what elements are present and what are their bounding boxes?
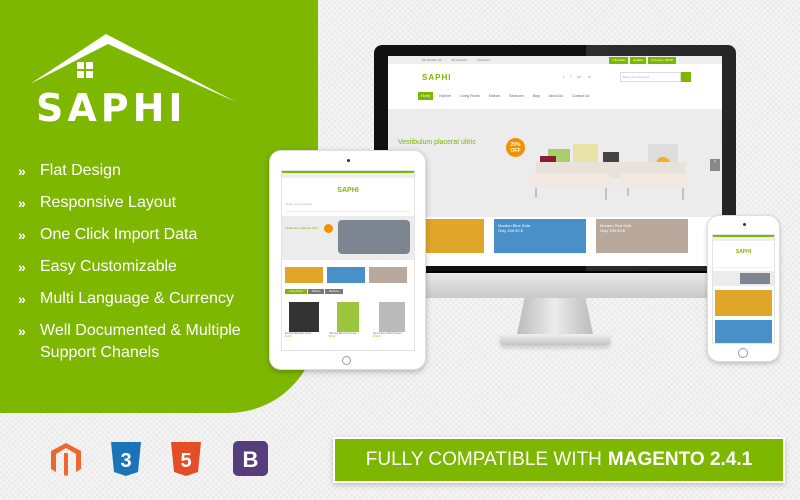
slider-next-icon: › [710,159,720,171]
compatibility-banner: FULLY COMPATIBLE WITH MAGENTO 2.4.1 [333,437,785,483]
monitor-base [500,334,610,345]
feature-item: » Multi Language & Currency [18,288,280,310]
feature-item: » Easy Customizable [18,256,280,278]
product-card: Beside Mamadas Dunts $1.00 [285,302,323,338]
svg-text:3: 3 [120,450,131,472]
preview-hero-slider: Vestibulum placerat ultric 20% OFF Shop … [388,109,722,217]
sofa-image [530,144,688,200]
html5-icon: 5 [171,442,201,476]
svg-text:B: B [243,447,259,472]
brand-logo: SAPHI [36,86,187,130]
banner: Modern Red Sofa Only 199.00 $ [596,219,688,253]
nav-item: Bedroom [509,94,524,98]
preview-search-input: Enter your keyword [620,72,681,82]
feature-item: » One Click Import Data [18,224,280,246]
tablet-search: Enter your keyword [286,202,410,212]
product-card: Ultimate Banner Numwa $0.00 [329,302,367,338]
feature-list: » Flat Design » Responsive Layout » One Cli… [18,160,280,374]
currency-select: US Dollar [609,56,629,64]
monitor-chin [374,271,736,298]
bootstrap-icon: B [233,441,268,476]
discount-badge: 20% OFF [506,138,525,157]
double-chevron-right-icon: » [18,291,26,307]
preview-topbar: My Wishlist (0) My Account Checkout US D… [388,56,722,64]
nav-item: Explore [439,94,452,98]
language-select: English [630,56,647,64]
tablet-preview-screen: SAPHI Enter your keyword Vestibulum plac… [281,170,415,351]
double-chevron-right-icon: » [18,227,26,243]
double-chevron-right-icon: » [18,163,26,179]
hero-title: Vestibulum placerat ultric [398,139,476,146]
desktop-monitor: My Wishlist (0) My Account Checkout US D… [374,45,736,271]
nav-item: Contact Us [572,94,590,98]
double-chevron-right-icon: » [18,195,26,211]
preview-nav: Home Explore Living Room Kitchen Bedroom… [388,91,722,101]
feature-item: » Well Documented & Multiple Support Chan… [18,320,280,364]
double-chevron-right-icon: » [18,259,26,275]
tablet-logo: SAPHI [337,187,359,194]
cart-button: 0 item(s) - $0.00 [648,56,676,64]
svg-text:5: 5 [180,450,191,472]
phone-preview-screen: SAPHI [712,234,775,344]
preview-header: SAPHI f t g+ in Enter your keyword [388,64,722,91]
preview-banners: Only 199.00 $Save 30 % Modern Blue SofaO… [388,219,722,253]
home-button [342,356,351,365]
home-button [738,348,748,358]
nav-item: Kitchen [488,94,501,98]
feature-item: » Responsive Layout [18,192,280,214]
account-link: My Account [451,58,468,62]
magento-icon [51,443,81,476]
monitor-stand [517,298,593,334]
preview-logo: SAPHI [422,73,452,82]
nav-item: About Us [548,94,563,98]
checkout-link: Checkout [477,58,490,62]
css3-icon: 3 [111,442,141,476]
compat-prefix: FULLY COMPATIBLE WITH [365,449,602,470]
product-card: Denrd Sans Plaid Numwa $79.00 [373,302,411,338]
tablet-hero: Vestibulum placerat ultric [282,216,414,260]
nav-item: Blog [532,94,540,98]
camera-dot [347,159,350,162]
phone-device: SAPHI [707,215,780,362]
feature-item: » Flat Design [18,160,280,182]
double-chevron-right-icon: » [18,323,26,339]
social-icons: f t g+ in [563,74,591,79]
tablet-device: SAPHI Enter your keyword Vestibulum plac… [269,150,426,370]
banner: Modern Blue Sofa Only 199.00 $ [494,219,586,253]
desktop-preview-screen: My Wishlist (0) My Account Checkout US D… [388,56,722,266]
wishlist-link: My Wishlist (0) [422,58,442,62]
compat-version: MAGENTO 2.4.1 [607,449,753,470]
search-icon [681,72,691,82]
nav-item: Home [418,92,434,100]
nav-item: Living Room [460,94,480,98]
